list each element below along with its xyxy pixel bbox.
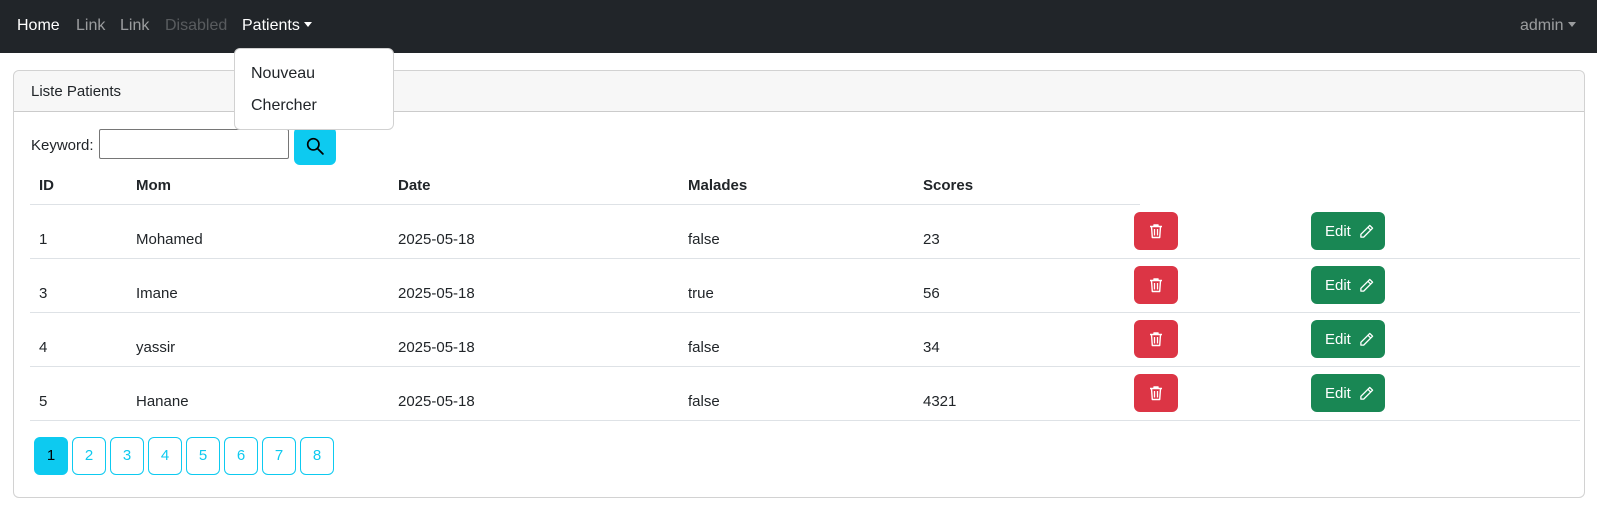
page-button-1[interactable]: 1: [34, 437, 68, 475]
page-button-2[interactable]: 2: [72, 437, 106, 475]
edit-label: Edit: [1325, 331, 1351, 348]
row-divider: [30, 258, 1580, 259]
delete-button[interactable]: [1134, 266, 1178, 304]
cell-name: Imane: [136, 285, 178, 302]
trash-icon: [1150, 332, 1162, 347]
row-divider: [30, 420, 1580, 421]
row-divider: [30, 312, 1580, 313]
edit-button[interactable]: Edit: [1311, 320, 1385, 358]
nav-patients-label: Patients: [242, 17, 300, 34]
header-mom: Mom: [136, 177, 171, 194]
keyword-input[interactable]: [99, 129, 289, 159]
nav-link-1[interactable]: Link: [76, 17, 105, 35]
trash-icon: [1150, 278, 1162, 293]
user-menu-label: admin: [1520, 17, 1564, 34]
cell-score: 34: [923, 339, 940, 356]
top-navbar: Home Link Link Disabled Patients admin: [0, 0, 1597, 53]
dropdown-item-nouveau[interactable]: Nouveau: [251, 65, 315, 83]
cell-id: 3: [39, 285, 48, 302]
page-button-8[interactable]: 8: [300, 437, 334, 475]
nav-link-2[interactable]: Link: [120, 17, 149, 35]
cell-name: Hanane: [136, 393, 189, 410]
pencil-icon: [1360, 278, 1374, 292]
delete-button[interactable]: [1134, 320, 1178, 358]
edit-button[interactable]: Edit: [1311, 212, 1385, 250]
cell-date: 2025-05-18: [398, 393, 475, 410]
cell-malade: false: [688, 393, 720, 410]
user-menu-dropdown[interactable]: admin: [1520, 17, 1576, 35]
dropdown-item-chercher[interactable]: Chercher: [251, 97, 317, 115]
edit-label: Edit: [1325, 277, 1351, 294]
edit-button[interactable]: Edit: [1311, 374, 1385, 412]
cell-date: 2025-05-18: [398, 231, 475, 248]
patients-dropdown-menu: Nouveau Chercher: [234, 48, 394, 130]
header-malades: Malades: [688, 177, 748, 194]
edit-button[interactable]: Edit: [1311, 266, 1385, 304]
cell-name: yassir: [136, 339, 176, 356]
page-button-5[interactable]: 5: [186, 437, 220, 475]
cell-malade: false: [688, 339, 720, 356]
header-scores: Scores: [923, 177, 974, 194]
search-icon: [306, 137, 324, 155]
edit-label: Edit: [1325, 223, 1351, 240]
card-title: Liste Patients: [31, 83, 122, 100]
pencil-icon: [1360, 224, 1374, 238]
cell-score: 23: [923, 231, 940, 248]
caret-down-icon: [1567, 22, 1576, 27]
header-date: Date: [398, 177, 431, 194]
cell-malade: true: [688, 285, 714, 302]
search-button[interactable]: [294, 127, 336, 165]
cell-name: Mohamed: [136, 231, 203, 248]
cell-id: 1: [39, 231, 48, 248]
cell-id: 4: [39, 339, 48, 356]
header-id: ID: [39, 177, 54, 194]
pencil-icon: [1360, 386, 1374, 400]
edit-label: Edit: [1325, 385, 1351, 402]
page-button-7[interactable]: 7: [262, 437, 296, 475]
nav-home-link[interactable]: Home: [17, 17, 60, 35]
cell-malade: false: [688, 231, 720, 248]
nav-patients-dropdown[interactable]: Patients: [242, 17, 312, 35]
page-button-4[interactable]: 4: [148, 437, 182, 475]
pencil-icon: [1360, 332, 1374, 346]
caret-down-icon: [303, 22, 312, 27]
row-divider: [30, 366, 1580, 367]
header-divider: [30, 204, 1140, 205]
delete-button[interactable]: [1134, 374, 1178, 412]
cell-date: 2025-05-18: [398, 339, 475, 356]
keyword-label: Keyword:: [31, 137, 94, 154]
cell-date: 2025-05-18: [398, 285, 475, 302]
page-button-6[interactable]: 6: [224, 437, 258, 475]
trash-icon: [1150, 224, 1162, 239]
patients-card: Liste Patients Keyword: ID Mom Date Mala…: [13, 70, 1585, 498]
page-button-3[interactable]: 3: [110, 437, 144, 475]
trash-icon: [1150, 386, 1162, 401]
nav-disabled-link: Disabled: [165, 17, 228, 34]
delete-button[interactable]: [1134, 212, 1178, 250]
cell-id: 5: [39, 393, 48, 410]
cell-score: 56: [923, 285, 940, 302]
cell-score: 4321: [923, 393, 957, 410]
